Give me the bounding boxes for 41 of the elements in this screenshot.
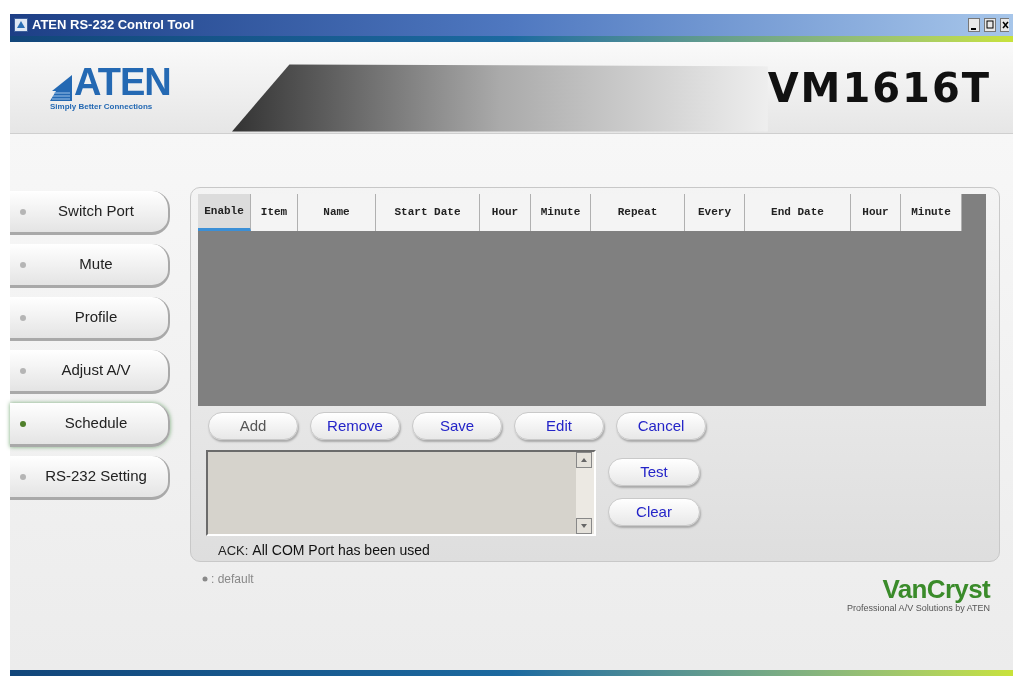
column-header[interactable]: Enable [198,194,251,231]
column-header[interactable]: Hour [851,194,901,231]
vancryst-tagline: Professional A/V Solutions by ATEN [847,603,990,615]
logo-wing-icon [50,74,72,101]
column-header[interactable]: Hour [480,194,531,231]
sidebar-button[interactable]: Switch Port [10,191,170,235]
aten-logo: ATEN [74,62,171,101]
logo-tagline: Simply Better Connections [50,100,153,113]
action-button[interactable]: Cancel [616,412,706,440]
column-header[interactable]: Minute [901,194,962,231]
sidebar-button[interactable]: Profile [10,297,170,341]
app-icon [14,18,28,32]
maximize-button[interactable] [984,18,996,32]
column-header[interactable]: Name [298,194,376,231]
legend-text: : default [211,571,254,588]
sidebar-button[interactable]: Adjust A/V [10,350,170,394]
action-button[interactable]: Save [412,412,502,440]
column-header[interactable]: Every [685,194,745,231]
status-message: All COM Port has been used [252,541,430,560]
action-button[interactable]: Edit [514,412,604,440]
scroll-up-button[interactable] [576,452,592,468]
sidebar-button[interactable]: RS-232 Setting [10,456,170,500]
model-name: VM1616T [767,63,992,113]
close-button[interactable] [1000,18,1009,32]
column-header[interactable]: End Date [745,194,851,231]
console-box[interactable] [206,450,596,536]
action-button[interactable]: Clear [608,498,700,526]
sidebar-button[interactable]: Mute [10,244,170,288]
window-title: ATEN RS-232 Control Tool [32,16,195,35]
column-header[interactable]: Repeat [591,194,685,231]
sidebar-button[interactable]: Schedule [10,403,170,447]
action-button[interactable]: Remove [310,412,400,440]
default-dot-icon [202,576,208,582]
action-button[interactable]: Test [608,458,700,486]
status-prefix: ACK: [218,541,249,560]
column-header[interactable]: Item [251,194,298,231]
column-header[interactable]: Minute [531,194,591,231]
scroll-down-button[interactable] [576,518,592,534]
column-header[interactable]: Start Date [376,194,480,231]
scroll-bar[interactable] [576,452,594,534]
minimize-button[interactable] [968,18,980,32]
